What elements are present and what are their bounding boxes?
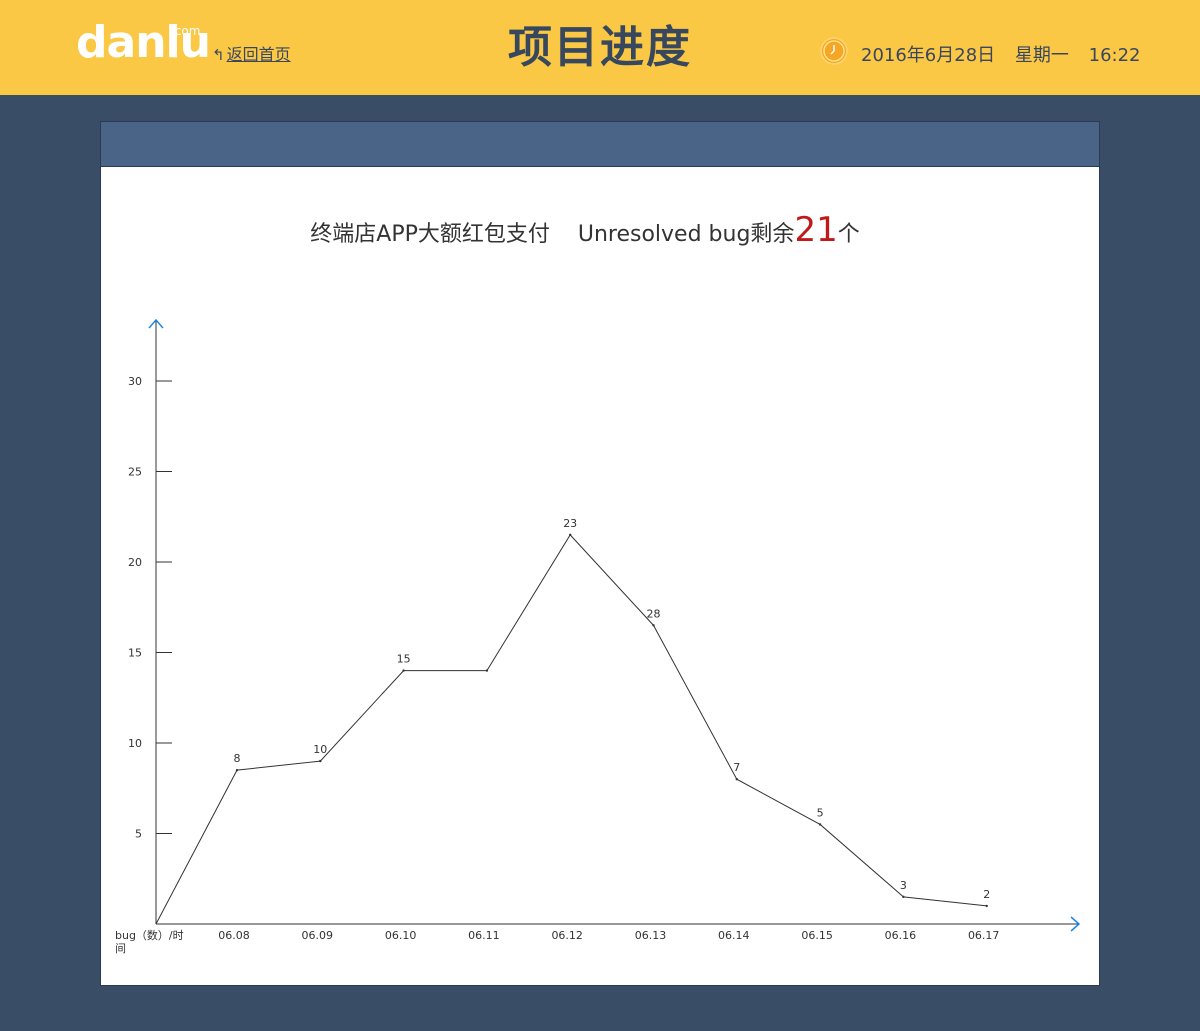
y-tick-label: 10 xyxy=(128,737,142,750)
x-tick-label: 06.11 xyxy=(468,929,500,942)
axis-label-line2: 间 xyxy=(115,942,126,955)
axis-label-line1: bug（数）/时 xyxy=(115,929,184,942)
data-point xyxy=(818,823,822,826)
y-tick-label: 15 xyxy=(128,647,142,660)
data-point xyxy=(985,904,988,908)
data-label: 10 xyxy=(313,743,327,756)
chart-panel: 终端店APP大额红包支付 Unresolved bug剩余21个 5 10 15 20… xyxy=(100,121,1100,986)
data-label: 3 xyxy=(900,879,907,892)
data-label: 7 xyxy=(733,761,740,774)
x-tick-label: 06.08 xyxy=(218,929,250,942)
x-tick-label: 06.15 xyxy=(801,929,833,942)
data-point xyxy=(652,624,655,627)
data-label: 23 xyxy=(563,517,577,530)
data-point xyxy=(235,768,239,772)
x-tick-label: 06.09 xyxy=(302,929,334,942)
y-tick-label: 5 xyxy=(135,828,142,841)
y-tick-label: 25 xyxy=(128,466,142,479)
x-tick-label: 06.10 xyxy=(385,929,417,942)
data-label: 15 xyxy=(397,653,411,666)
data-point xyxy=(402,669,405,672)
data-point xyxy=(319,759,322,763)
top-bar: danlu .com ↰ 返回首页 项目进度 2016年6月28日 星期一 16:… xyxy=(0,0,1200,95)
x-tick-label: 06.14 xyxy=(718,929,750,942)
x-tick-label: 06.16 xyxy=(885,929,917,942)
data-label: 28 xyxy=(647,607,661,620)
data-label: 5 xyxy=(817,806,824,819)
data-point xyxy=(485,669,489,672)
weekday-text: 星期一 xyxy=(1014,45,1069,66)
x-tick-label: 06.17 xyxy=(968,929,1000,942)
time-text: 16:22 xyxy=(1088,45,1141,66)
clock-icon xyxy=(820,37,848,65)
date-text: 2016年6月28日 xyxy=(861,45,996,66)
x-tick-label: 06.13 xyxy=(635,929,667,942)
data-point xyxy=(735,778,738,781)
bug-line-chart: 5101520253006.08 06.09 06.10 06.11 06.12 06.1… xyxy=(115,318,1081,955)
y-tick-label: 20 xyxy=(128,556,142,569)
date-time: 2016年6月28日 星期一 16:22 xyxy=(861,41,1155,67)
data-point xyxy=(569,533,572,537)
data-label: 2 xyxy=(983,888,990,901)
data-label: 8 xyxy=(234,752,241,765)
y-tick-label: 30 xyxy=(128,375,142,388)
series-line xyxy=(155,534,987,925)
data-point xyxy=(902,895,905,899)
x-tick-label: 06.12 xyxy=(551,929,583,942)
